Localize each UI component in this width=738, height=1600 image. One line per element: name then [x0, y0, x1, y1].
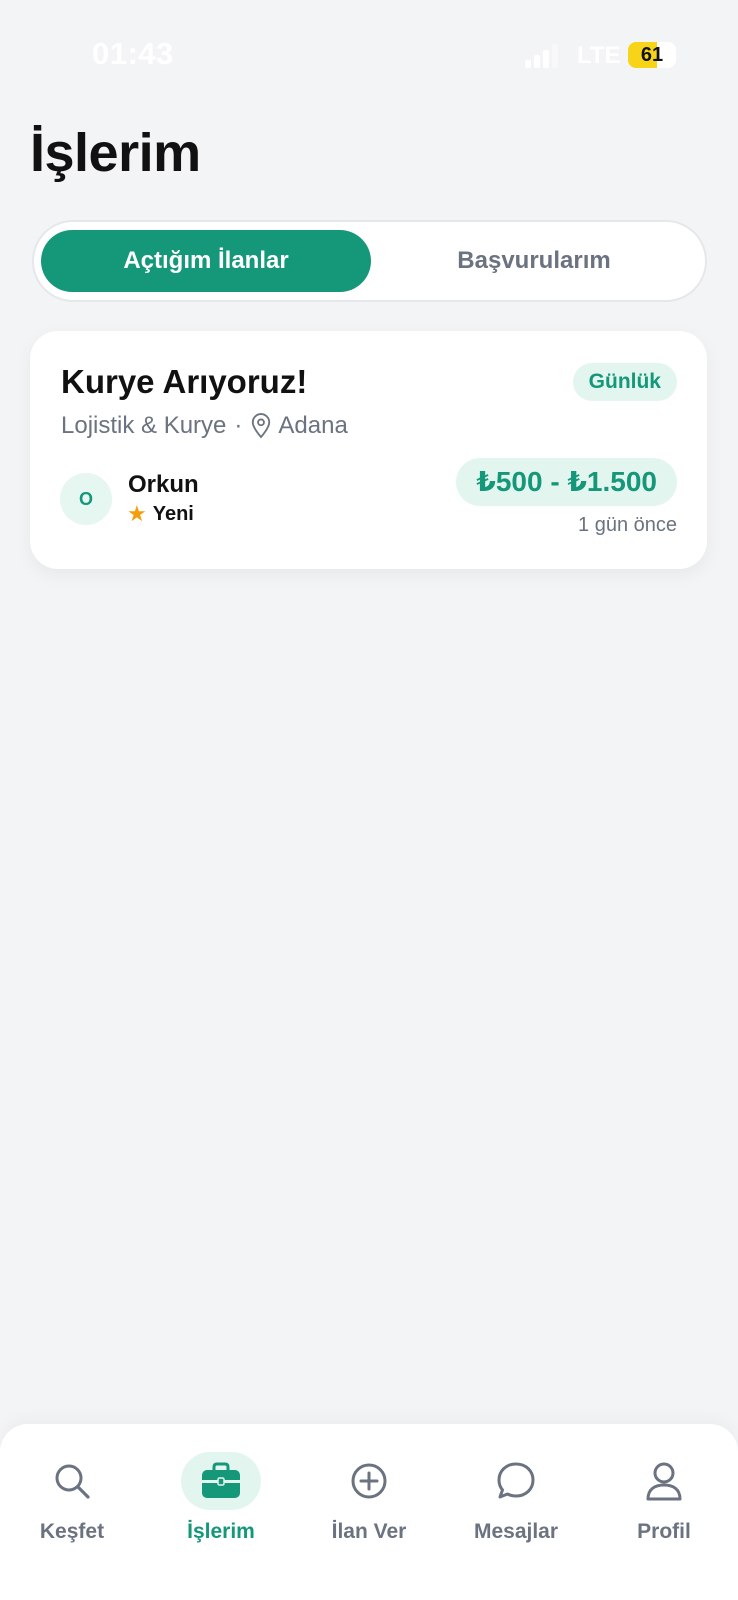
star-icon: ★ [127, 501, 147, 526]
chat-bubble-icon [497, 1462, 535, 1499]
battery-level: 61 [640, 44, 664, 66]
segmented-tabs: Açtığım İlanlar Başvurularım [32, 220, 707, 302]
nav-label: Mesajlar [473, 1520, 559, 1543]
nav-item-my-jobs[interactable]: İşlerim [151, 1452, 291, 1552]
nav-icon-wrap [476, 1452, 556, 1510]
job-card[interactable]: Kurye Arıyoruz! Günlük Lojistik & Kurye … [30, 331, 707, 569]
job-category: Lojistik & Kurye [61, 412, 227, 439]
meta-separator: · [234, 412, 243, 439]
nav-label: İlan Ver [331, 1520, 407, 1543]
screen: 01:43 LTE 61 İşlerim Açtığım İlanlar Baş… [0, 0, 738, 1600]
bottom-nav: Keşfet İşlerim İlan Ver Mesajlar Profil [0, 1424, 738, 1600]
nav-label: Profil [637, 1520, 691, 1543]
briefcase-icon [202, 1462, 240, 1498]
nav-icon-wrap [32, 1452, 112, 1510]
posted-time: 1 gün önce [578, 514, 677, 536]
rating-label: Yeni [152, 502, 194, 525]
tab-my-applications[interactable]: Başvurularım [369, 230, 699, 292]
nav-item-profile[interactable]: Profil [594, 1452, 734, 1552]
nav-icon-wrap-active [181, 1452, 261, 1510]
nav-icon-wrap [329, 1452, 409, 1510]
status-time: 01:43 [92, 36, 174, 71]
page-title: İşlerim [30, 123, 201, 183]
network-type: LTE [577, 42, 621, 69]
owner-name: Orkun [128, 471, 199, 498]
job-type-badge: Günlük [572, 363, 677, 401]
job-location: Adana [278, 412, 348, 439]
signal-icon [525, 44, 559, 68]
job-title: Kurye Arıyoruz! [61, 363, 308, 400]
location-pin-icon [252, 413, 271, 439]
tab-my-listings[interactable]: Açtığım İlanlar [41, 230, 371, 292]
owner-rating: ★ Yeni [127, 501, 194, 527]
search-icon [55, 1464, 90, 1499]
job-meta: Lojistik & Kurye · Adana [61, 409, 348, 443]
nav-item-messages[interactable]: Mesajlar [446, 1452, 586, 1552]
nav-label: İşlerim [187, 1520, 255, 1543]
nav-label: Keşfet [39, 1520, 105, 1543]
price-range: ₺500 - ₺1.500 [456, 458, 677, 506]
status-bar: 01:43 LTE 61 [0, 0, 738, 110]
user-icon [646, 1462, 682, 1501]
avatar: O [60, 473, 112, 525]
nav-item-post-listing[interactable]: İlan Ver [299, 1452, 439, 1552]
nav-item-discover[interactable]: Keşfet [2, 1452, 142, 1552]
nav-icon-wrap [624, 1452, 704, 1510]
plus-circle-icon [351, 1463, 387, 1499]
battery-icon: 61 [628, 42, 676, 68]
